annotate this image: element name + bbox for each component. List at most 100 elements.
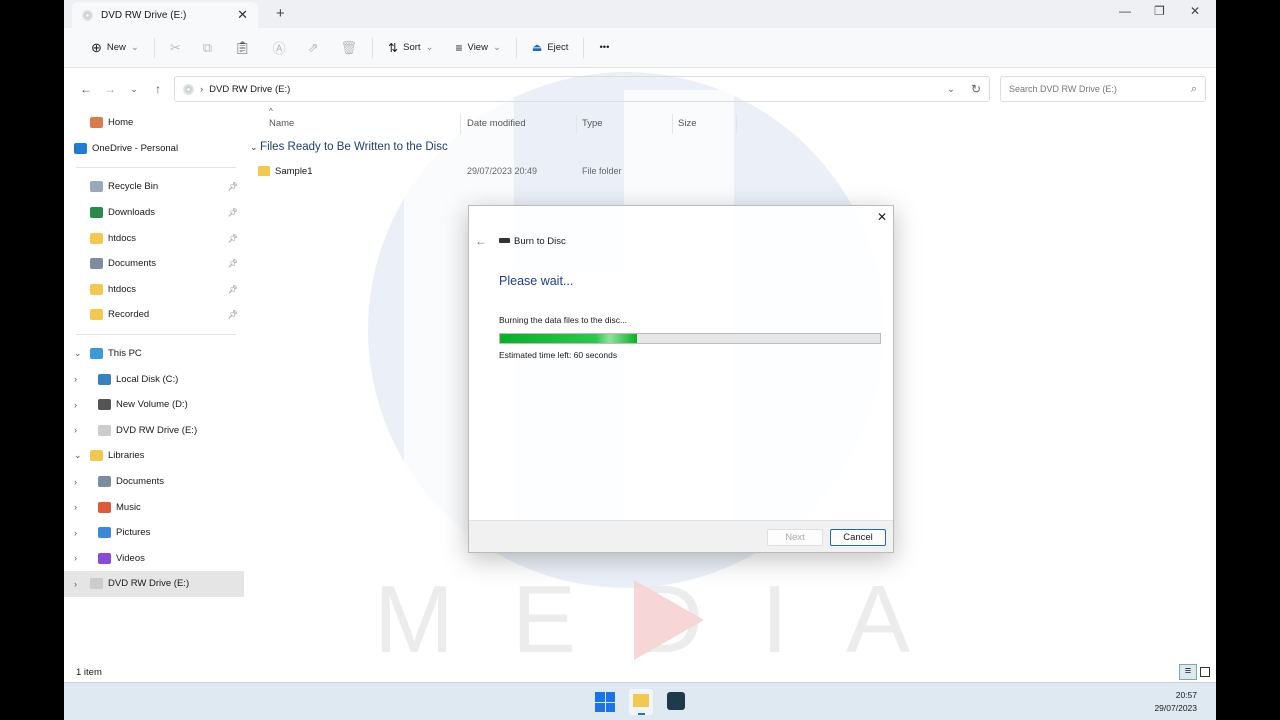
sidebar-item-local-disk-c[interactable]: › Local Disk (C:) [64, 366, 244, 392]
clock-time[interactable]: 20:57 [1176, 690, 1197, 700]
sidebar-item-onedrive-personal[interactable]: › OneDrive - Personal [64, 136, 244, 162]
start-button[interactable] [595, 692, 615, 712]
eject-button[interactable]: ⏏ Eject [521, 41, 580, 54]
new-tab-button[interactable]: + [276, 5, 285, 22]
delete-button[interactable]: 🗑︎ [330, 40, 369, 56]
sidebar-item-this-pc[interactable]: ⌄ This PC [64, 341, 244, 367]
more-options-button[interactable]: ••• [588, 42, 620, 53]
chevron-right-icon[interactable]: › [74, 143, 77, 153]
group-header[interactable]: ⌄ Files Ready to Be Written to the Disc [250, 141, 448, 153]
rename-button[interactable]: Ⓐ [262, 38, 297, 57]
dvd-drive-icon [183, 83, 194, 95]
restore-button[interactable]: ❐ [1154, 4, 1165, 18]
folder-icon [258, 166, 270, 176]
share-icon: ⇗ [307, 39, 319, 55]
burn-drive-icon [499, 238, 510, 243]
column-header-date[interactable]: Date modified [467, 118, 526, 129]
sidebar-item-label: DVD RW Drive (E:) [108, 578, 190, 590]
tab-dvd-drive[interactable]: DVD RW Drive (E:) ✕ [72, 2, 258, 28]
chevron-down-icon[interactable]: ⌄ [74, 348, 82, 359]
sidebar-item-label: Pictures [116, 527, 151, 539]
sidebar-item-videos[interactable]: › Videos [64, 546, 244, 572]
sidebar-item-documents[interactable]: › Documents [64, 469, 244, 495]
column-header-type[interactable]: Type [582, 118, 603, 129]
sidebar-item-dvd-rw-drive-e[interactable]: › DVD RW Drive (E:) [64, 418, 244, 444]
app-taskbar-button[interactable] [667, 692, 685, 710]
close-window-button[interactable]: ✕ [1190, 4, 1200, 18]
progress-fill [500, 334, 637, 343]
next-button[interactable]: Next [767, 529, 823, 546]
file-row[interactable]: Sample1 29/07/2023 20:49 File folder [258, 165, 738, 181]
sidebar-item-htdocs[interactable]: htdocs 📌︎ [64, 225, 244, 251]
sidebar-item-home[interactable]: Home [64, 110, 244, 136]
new-button[interactable]: ⊕ New ⌄ [80, 40, 150, 56]
cancel-button[interactable]: Cancel [830, 529, 886, 546]
sidebar-item-recycle-bin[interactable]: Recycle Bin 📌︎ [64, 174, 244, 200]
refresh-button[interactable]: ↻ [971, 82, 981, 96]
item-icon [90, 578, 103, 590]
dialog-back-button[interactable]: ← [475, 234, 487, 248]
close-tab-button[interactable]: ✕ [237, 7, 248, 23]
command-bar: ⊕ New ⌄ ✂ ⧉ 📋︎ Ⓐ ⇗ 🗑︎ ⇅ Sort ⌄ ≡ View ⌄ ⏏ Eject… [64, 28, 1216, 68]
sidebar-item-label: This PC [108, 348, 142, 360]
chevron-right-icon[interactable]: › [74, 528, 77, 538]
item-icon [90, 117, 103, 129]
chevron-right-icon[interactable]: › [74, 502, 77, 512]
item-icon [90, 309, 103, 321]
chevron-down-icon[interactable]: ⌄ [74, 450, 82, 461]
minimize-button[interactable]: — [1119, 4, 1131, 18]
share-button[interactable]: ⇗ [297, 40, 330, 56]
cut-button[interactable]: ✂ [159, 40, 192, 56]
chevron-right-icon[interactable]: › [74, 477, 77, 487]
sort-button[interactable]: ⇅ Sort ⌄ [377, 41, 444, 55]
sidebar-item-label: Recorded [108, 309, 150, 321]
dialog-close-button[interactable]: ✕ [877, 210, 887, 224]
burn-progress-bar [499, 333, 881, 344]
sidebar-item-music[interactable]: › Music [64, 494, 244, 520]
pin-icon: 📌︎ [227, 208, 238, 218]
sidebar-item-new-volume-d[interactable]: › New Volume (D:) [64, 392, 244, 418]
list-icon: ≡ [455, 40, 463, 55]
time-left: Estimated time left: 60 seconds [499, 350, 618, 360]
copy-icon: ⧉ [202, 39, 213, 55]
sidebar-item-htdocs[interactable]: htdocs 📌︎ [64, 277, 244, 303]
column-header-size[interactable]: Size [678, 118, 696, 129]
taskbar: 20:57 29/07/2023 [64, 682, 1216, 720]
rename-icon: Ⓐ [272, 41, 286, 56]
sidebar-item-documents[interactable]: Documents 📌︎ [64, 251, 244, 277]
file-explorer-taskbar-button[interactable] [629, 689, 653, 715]
sidebar-item-label: Videos [116, 552, 145, 564]
sidebar-item-downloads[interactable]: Downloads 📌︎ [64, 200, 244, 226]
copy-button[interactable]: ⧉ [192, 40, 223, 56]
chevron-right-icon[interactable]: › [74, 374, 77, 384]
address-dropdown-button[interactable]: ⌄ [947, 84, 955, 95]
sidebar-item-libraries[interactable]: ⌄ Libraries [64, 443, 244, 469]
forward-button[interactable]: → [98, 82, 122, 96]
chevron-right-icon[interactable]: › [74, 553, 77, 563]
sidebar-item-recorded[interactable]: Recorded 📌︎ [64, 302, 244, 328]
sort-icon: ⇅ [388, 40, 399, 55]
clock-date[interactable]: 29/07/2023 [1154, 703, 1197, 713]
column-header-name[interactable]: Name [269, 118, 294, 129]
address-input[interactable]: › DVD RW Drive (E:) ⌄ ↻ [174, 76, 990, 102]
up-button[interactable]: ↑ [146, 82, 170, 96]
paste-button[interactable]: 📋︎ [223, 40, 262, 56]
chevron-right-icon[interactable]: › [74, 400, 77, 410]
sidebar-item-label: htdocs [108, 232, 136, 244]
sidebar-item-dvd-rw-drive-e[interactable]: › DVD RW Drive (E:) [64, 571, 244, 597]
burn-to-disc-dialog: ✕ ← Burn to Disc Please wait... Burning … [468, 205, 894, 553]
search-icon: ⌕ [1190, 82, 1197, 95]
sidebar-item-label: New Volume (D:) [116, 399, 188, 411]
status-bar-count: 1 item [76, 667, 102, 678]
tiles-view-button[interactable] [1200, 667, 1210, 677]
chevron-right-icon[interactable]: › [74, 425, 77, 435]
details-view-button[interactable]: ≡ [1179, 664, 1197, 680]
search-input[interactable]: Search DVD RW Drive (E:) ⌕ [1000, 76, 1206, 102]
chevron-right-icon[interactable]: › [74, 579, 77, 589]
sidebar-item-pictures[interactable]: › Pictures [64, 520, 244, 546]
view-button[interactable]: ≡ View ⌄ [445, 41, 512, 55]
sidebar-item-label: OneDrive - Personal [92, 142, 179, 154]
back-button[interactable]: ← [74, 82, 98, 96]
recent-locations-button[interactable]: ⌄ [122, 84, 146, 95]
tab-bar: DVD RW Drive (E:) ✕ + — ❐ ✕ [64, 0, 1216, 28]
